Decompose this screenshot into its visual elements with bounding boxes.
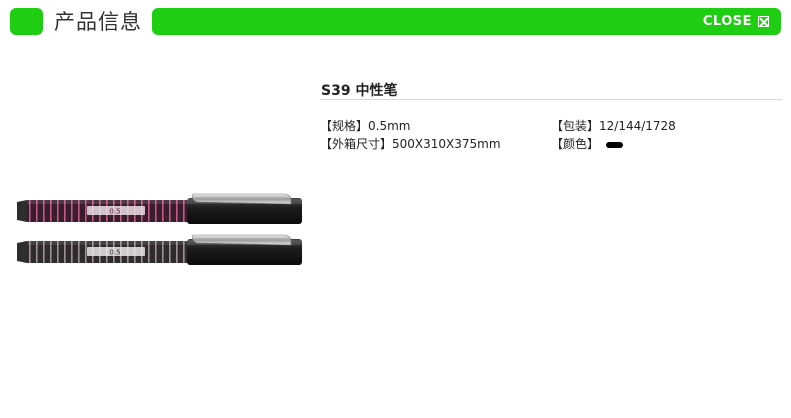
header-tab	[10, 8, 43, 35]
header-bar: CLOSE	[152, 8, 781, 35]
pen-2-print: 0.5	[109, 249, 120, 257]
spec-size-label: 【规格】	[320, 119, 369, 133]
spec-carton: 【外箱尺寸】500X310X375mm	[320, 135, 501, 152]
spec-size-value: 0.5mm	[368, 119, 411, 133]
close-button[interactable]: CLOSE	[703, 8, 769, 35]
pen-2: 0.5	[17, 234, 302, 265]
spec-carton-label: 【外箱尺寸】	[320, 137, 393, 151]
spec-package: 【包装】12/144/1728	[551, 117, 676, 134]
product-name: S39 中性笔	[321, 83, 398, 99]
spec-color-label: 【颜色】	[551, 137, 600, 151]
spec-package-label: 【包装】	[551, 119, 600, 133]
spec-size: 【规格】0.5mm	[320, 117, 410, 134]
spec-package-value: 12/144/1728	[599, 119, 676, 133]
pen-1: 0.5	[17, 193, 302, 224]
gel-pen-photo: 0.5 0.5	[17, 193, 302, 265]
page-title: 产品信息	[54, 10, 142, 34]
divider	[320, 99, 782, 100]
pen-1-print: 0.5	[109, 208, 120, 216]
spec-color: 【颜色】	[551, 135, 624, 152]
spec-carton-value: 500X310X375mm	[392, 137, 501, 151]
close-label: CLOSE	[702, 14, 752, 29]
color-swatch	[606, 141, 624, 148]
product-image: 0.5 0.5	[15, 188, 305, 270]
close-icon	[758, 16, 769, 27]
